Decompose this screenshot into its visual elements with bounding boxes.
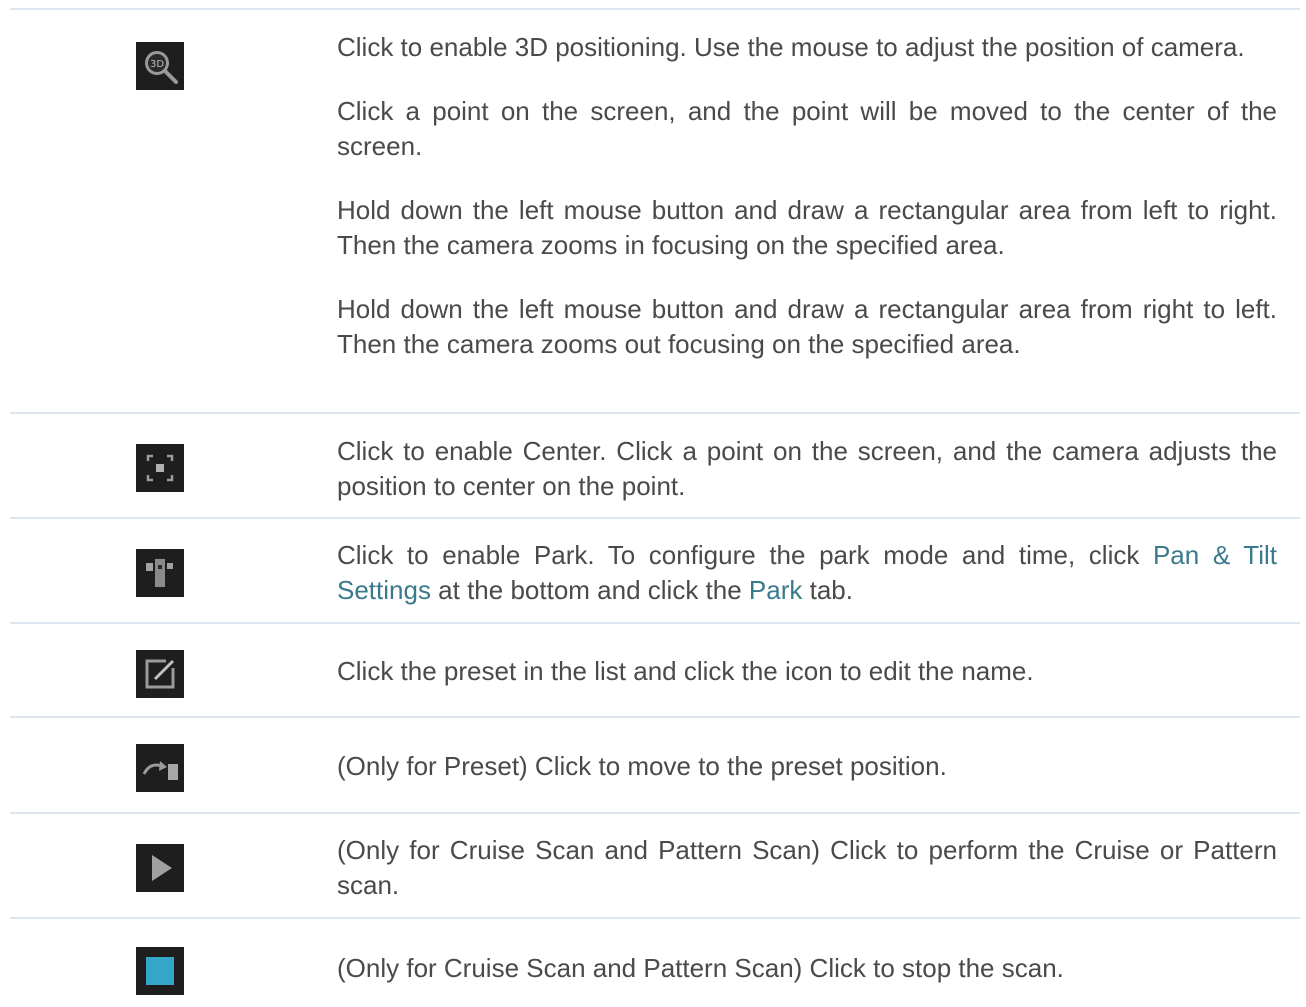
row-description: Click to enable 3D positioning. Use the … bbox=[337, 30, 1277, 362]
row-description: Click to enable Park. To configure the p… bbox=[337, 538, 1277, 608]
row-divider bbox=[10, 8, 1300, 10]
row-description: Click the preset in the list and click t… bbox=[337, 656, 1034, 686]
svg-text:3D: 3D bbox=[150, 59, 164, 70]
row-description: (Only for Preset) Click to move to the p… bbox=[337, 751, 947, 781]
row-divider bbox=[10, 622, 1300, 624]
row-divider bbox=[10, 917, 1300, 919]
row-divider bbox=[10, 716, 1300, 718]
park-icon bbox=[136, 549, 184, 597]
stop-icon bbox=[136, 947, 184, 995]
row-divider bbox=[10, 517, 1300, 519]
move-to-preset-icon bbox=[136, 744, 184, 792]
play-icon bbox=[136, 844, 184, 892]
description-text: tab. bbox=[802, 575, 853, 605]
description-text: at the bottom and click the bbox=[430, 575, 749, 605]
center-icon bbox=[136, 444, 184, 492]
3d-positioning-icon: 3D bbox=[136, 42, 184, 90]
row-description: (Only for Cruise Scan and Pattern Scan) … bbox=[337, 953, 1064, 983]
edit-icon bbox=[136, 650, 184, 698]
description-paragraph: Hold down the left mouse button and draw… bbox=[337, 294, 1277, 359]
row-description: (Only for Cruise Scan and Pattern Scan) … bbox=[337, 835, 1277, 900]
description-paragraph: Click a point on the screen, and the poi… bbox=[337, 96, 1277, 161]
description-text: Click to enable Park. To configure the p… bbox=[337, 540, 1153, 570]
park-tab-link[interactable]: Park bbox=[749, 575, 802, 605]
row-description: Click to enable Center. Click a point on… bbox=[337, 436, 1277, 501]
row-divider bbox=[10, 412, 1300, 414]
description-paragraph: Click to enable 3D positioning. Use the … bbox=[337, 32, 1245, 62]
description-paragraph: Hold down the left mouse button and draw… bbox=[337, 195, 1277, 260]
row-divider bbox=[10, 812, 1300, 814]
